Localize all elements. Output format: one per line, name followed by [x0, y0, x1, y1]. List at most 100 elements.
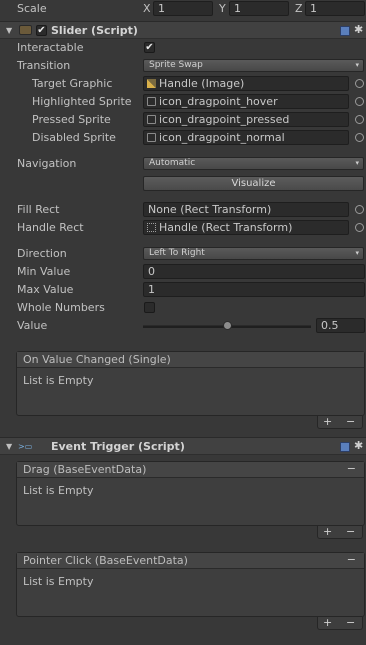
object-picker-icon[interactable]	[355, 205, 364, 214]
transition-dropdown[interactable]: Sprite Swap ▾	[143, 59, 364, 72]
transition-label: Transition	[17, 59, 71, 72]
list-empty-text: List is Empty	[23, 484, 94, 497]
pressed-sprite-label: Pressed Sprite	[32, 113, 111, 126]
scale-y-field[interactable]: 1	[229, 1, 289, 16]
scale-z-field[interactable]: 1	[305, 1, 365, 16]
event-trigger-component-header[interactable]: ▼ >▭ Event Trigger (Script) ✱	[0, 437, 366, 455]
disabled-sprite-value: icon_dragpoint_normal	[159, 131, 285, 144]
handle-rect-field[interactable]: Handle (Rect Transform)	[143, 220, 349, 235]
gear-icon[interactable]: ✱	[354, 23, 363, 36]
disabled-sprite-row: Disabled Sprite icon_dragpoint_normal	[0, 129, 366, 147]
fold-arrow-icon[interactable]: ▼	[6, 442, 12, 451]
sprite-icon	[147, 133, 156, 142]
drag-event-title: Drag (BaseEventData)	[17, 462, 364, 478]
fold-arrow-icon[interactable]: ▼	[6, 26, 12, 35]
scale-x-field[interactable]: 1	[153, 1, 213, 16]
list-add-remove: + −	[317, 525, 363, 539]
scale-y-label[interactable]: Y	[219, 2, 226, 15]
dropdown-arrow-icon: ▾	[355, 61, 359, 69]
remove-button[interactable]: −	[346, 525, 355, 538]
checkmark-icon: ✔	[145, 42, 154, 53]
scale-x-label[interactable]: X	[143, 2, 151, 15]
slider-component-header[interactable]: ▼ ✔ Slider (Script) ✱	[0, 21, 366, 39]
remove-entry-button[interactable]: −	[347, 462, 356, 475]
fill-rect-row: Fill Rect None (Rect Transform)	[0, 201, 366, 219]
list-add-remove: + −	[317, 415, 363, 429]
handle-rect-row: Handle Rect Handle (Rect Transform)	[0, 219, 366, 237]
highlighted-sprite-value: icon_dragpoint_hover	[159, 95, 278, 108]
pointer-click-event-title: Pointer Click (BaseEventData)	[17, 553, 364, 569]
sprite-icon	[147, 97, 156, 106]
remove-button[interactable]: −	[346, 616, 355, 629]
whole-numbers-row: Whole Numbers	[0, 299, 366, 317]
whole-numbers-checkbox[interactable]	[144, 302, 155, 313]
scale-row: Scale X 1 Y 1 Z 1	[0, 0, 366, 18]
visualize-button[interactable]: Visualize	[143, 176, 364, 191]
fill-rect-label: Fill Rect	[17, 203, 60, 216]
min-value-row: Min Value 0	[0, 263, 366, 281]
gear-icon[interactable]: ✱	[354, 439, 363, 452]
visualize-label: Visualize	[231, 178, 276, 189]
script-icon	[19, 25, 32, 35]
max-value-label: Max Value	[17, 283, 74, 296]
highlighted-sprite-field[interactable]: icon_dragpoint_hover	[143, 94, 349, 109]
pointer-click-event-panel: Pointer Click (BaseEventData) − List is …	[16, 552, 365, 617]
checkmark-icon: ✔	[37, 25, 46, 36]
help-icon[interactable]	[340, 26, 350, 36]
value-field[interactable]: 0.5	[316, 318, 365, 333]
rect-transform-icon	[147, 223, 156, 232]
disabled-sprite-label: Disabled Sprite	[32, 131, 116, 144]
help-icon[interactable]	[340, 442, 350, 452]
navigation-label: Navigation	[17, 157, 77, 170]
on-value-changed-panel: On Value Changed (Single) List is Empty	[16, 351, 365, 416]
whole-numbers-label: Whole Numbers	[17, 301, 105, 314]
direction-dropdown[interactable]: Left To Right ▾	[143, 247, 364, 260]
scale-label: Scale	[17, 2, 47, 15]
remove-entry-button[interactable]: −	[347, 553, 356, 566]
direction-value: Left To Right	[149, 248, 205, 258]
event-trigger-icon: >▭	[18, 442, 33, 451]
dropdown-arrow-icon: ▾	[355, 159, 359, 167]
pressed-sprite-field[interactable]: icon_dragpoint_pressed	[143, 112, 349, 127]
max-value-field[interactable]: 1	[143, 282, 365, 297]
navigation-dropdown[interactable]: Automatic ▾	[143, 157, 364, 170]
target-graphic-field[interactable]: Handle (Image)	[143, 76, 349, 91]
fill-rect-value: None (Rect Transform)	[148, 203, 272, 216]
slider-component-title: Slider (Script)	[51, 24, 138, 37]
dropdown-arrow-icon: ▾	[355, 249, 359, 257]
interactable-label: Interactable	[17, 41, 84, 54]
add-button[interactable]: +	[323, 415, 332, 428]
target-graphic-row: Target Graphic Handle (Image)	[0, 75, 366, 93]
interactable-checkbox[interactable]: ✔	[144, 42, 155, 53]
remove-button[interactable]: −	[346, 415, 355, 428]
image-icon	[147, 79, 156, 88]
transition-row: Transition Sprite Swap ▾	[0, 57, 366, 75]
add-button[interactable]: +	[323, 525, 332, 538]
target-graphic-value: Handle (Image)	[159, 77, 245, 90]
add-button[interactable]: +	[323, 616, 332, 629]
drag-event-panel: Drag (BaseEventData) − List is Empty	[16, 461, 365, 526]
scale-z-label[interactable]: Z	[295, 2, 303, 15]
navigation-row: Navigation Automatic ▾	[0, 155, 366, 173]
disabled-sprite-field[interactable]: icon_dragpoint_normal	[143, 130, 349, 145]
list-empty-text: List is Empty	[23, 575, 94, 588]
transition-value: Sprite Swap	[149, 60, 203, 70]
event-trigger-title: Event Trigger (Script)	[51, 440, 185, 453]
object-picker-icon[interactable]	[355, 223, 364, 232]
min-value-label: Min Value	[17, 265, 71, 278]
direction-label: Direction	[17, 247, 67, 260]
object-picker-icon[interactable]	[355, 133, 364, 142]
object-picker-icon[interactable]	[355, 115, 364, 124]
pressed-sprite-value: icon_dragpoint_pressed	[159, 113, 290, 126]
handle-rect-value: Handle (Rect Transform)	[159, 221, 293, 234]
value-slider-thumb[interactable]	[223, 321, 232, 330]
min-value-field[interactable]: 0	[143, 264, 365, 279]
highlighted-sprite-label: Highlighted Sprite	[32, 95, 132, 108]
navigation-value: Automatic	[149, 158, 196, 168]
slider-enabled-checkbox[interactable]: ✔	[36, 25, 47, 36]
object-picker-icon[interactable]	[355, 79, 364, 88]
sprite-icon	[147, 115, 156, 124]
object-picker-icon[interactable]	[355, 97, 364, 106]
interactable-row: Interactable ✔	[0, 39, 366, 57]
fill-rect-field[interactable]: None (Rect Transform)	[143, 202, 349, 217]
